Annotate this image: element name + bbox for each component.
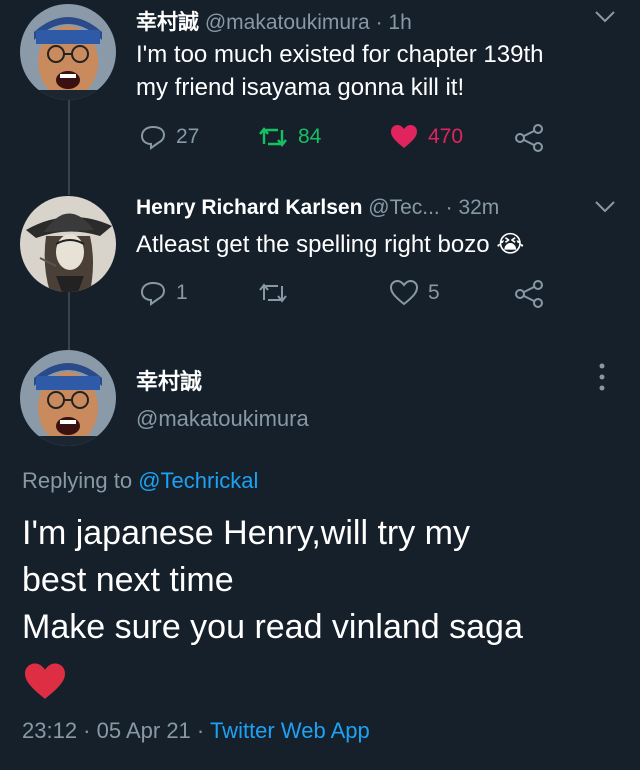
- chevron-down-icon[interactable]: [594, 200, 616, 219]
- replying-label: Replying to: [22, 468, 133, 493]
- source-link[interactable]: Twitter Web App: [210, 718, 370, 743]
- chevron-down-icon[interactable]: [594, 10, 616, 29]
- reply-button[interactable]: 1: [140, 280, 188, 306]
- like-button[interactable]: 470: [390, 124, 463, 150]
- display-name[interactable]: 幸村誠: [136, 364, 202, 396]
- avatar-image: [20, 4, 116, 100]
- reply-count: 1: [176, 281, 188, 304]
- like-count: 470: [428, 125, 464, 148]
- tweet-text-line: best next time: [22, 561, 234, 599]
- heart-icon: [390, 280, 418, 306]
- like-count: 5: [428, 281, 440, 304]
- timestamp[interactable]: 23:12 · 05 Apr 21 ·: [22, 718, 204, 743]
- heart-emoji: [22, 662, 68, 707]
- reply-button[interactable]: 27: [140, 124, 199, 150]
- retweet-count: 84: [298, 125, 322, 148]
- tweet-text-line: Make sure you read vinland saga: [22, 608, 523, 646]
- tweet-text-line: I'm too much existed for chapter 139th: [136, 41, 544, 68]
- avatar[interactable]: [20, 196, 116, 292]
- tweet-text-line: Atleast get the spelling right bozo: [136, 231, 490, 258]
- avatar[interactable]: [20, 4, 116, 100]
- replying-to-link[interactable]: @Techrickal: [138, 468, 258, 493]
- tweet-meta: 23:12 · 05 Apr 21 · Twitter Web App: [22, 718, 370, 744]
- avatar-image: [20, 196, 116, 292]
- retweet-button[interactable]: 84: [258, 124, 321, 150]
- share-icon[interactable]: [514, 124, 544, 157]
- tweet-header: 幸村誠 @makatoukimura · 1h: [136, 6, 412, 36]
- display-name[interactable]: Henry Richard Karlsen: [136, 196, 362, 219]
- timestamp[interactable]: · 1h: [376, 11, 412, 34]
- share-icon[interactable]: [514, 280, 544, 313]
- tweet-text: Atleast get the spelling right bozo 😭: [136, 228, 524, 261]
- thread-line-1: [68, 100, 70, 195]
- main-tweet-text: I'm japanese Henry,will try my best next…: [22, 510, 523, 651]
- thread-line-2: [68, 292, 70, 352]
- display-name[interactable]: 幸村誠: [136, 11, 199, 34]
- retweet-icon: [259, 283, 287, 303]
- timestamp[interactable]: · 32m: [446, 196, 500, 219]
- reply-icon: [140, 281, 166, 306]
- tweet-text-line: my friend isayama gonna kill it!: [136, 74, 465, 101]
- retweet-icon: [259, 127, 287, 147]
- handle[interactable]: @makatoukimura: [205, 11, 370, 34]
- heart-icon: [391, 125, 417, 148]
- like-button[interactable]: 5: [390, 280, 440, 306]
- avatar-image: [20, 350, 116, 446]
- reply-count: 27: [176, 125, 200, 148]
- crying-emoji: 😭: [496, 231, 525, 258]
- handle[interactable]: @Tec...: [368, 196, 440, 219]
- avatar[interactable]: [20, 350, 116, 446]
- more-vertical-icon[interactable]: [597, 362, 607, 397]
- reply-icon: [140, 125, 166, 150]
- tweet-text: I'm too much existed for chapter 139th m…: [136, 38, 543, 104]
- tweet-text-line: I'm japanese Henry,will try my: [22, 514, 470, 552]
- replying-to: Replying to @Techrickal: [22, 468, 258, 494]
- retweet-button[interactable]: [258, 280, 288, 306]
- tweet-header: Henry Richard Karlsen @Tec... · 32m: [136, 196, 499, 220]
- handle[interactable]: @makatoukimura: [136, 406, 309, 432]
